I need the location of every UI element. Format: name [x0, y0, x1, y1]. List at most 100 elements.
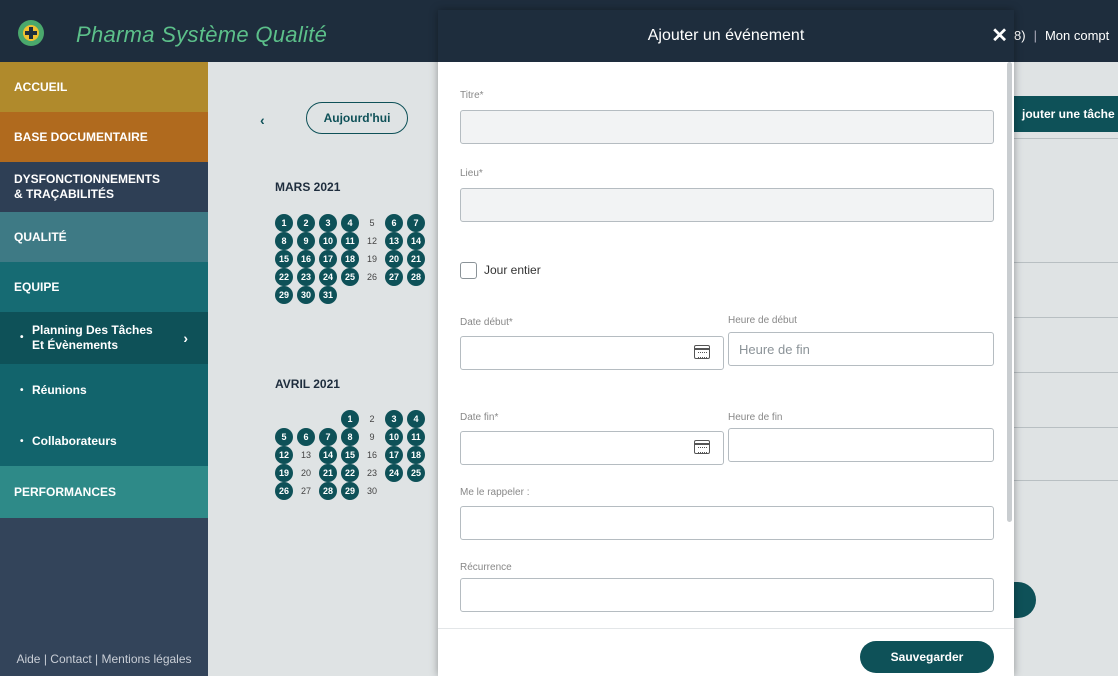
today-button[interactable]: Aujourd'hui	[306, 102, 408, 134]
calendar-day[interactable]: 23	[363, 464, 381, 482]
calendar-day[interactable]: 20	[297, 464, 315, 482]
calendar-day[interactable]: 3	[319, 214, 337, 232]
calendar-day[interactable]: 11	[407, 428, 425, 446]
calendar-day[interactable]: 29	[275, 286, 293, 304]
calendar-day[interactable]: 13	[385, 232, 403, 250]
calendar-day[interactable]: 16	[297, 250, 315, 268]
calendar-day[interactable]: 2	[363, 410, 381, 428]
calendar-day[interactable]: 10	[319, 232, 337, 250]
calendar-day[interactable]: 30	[363, 482, 381, 500]
date-debut-input[interactable]	[460, 336, 724, 370]
calendar-day[interactable]: 6	[297, 428, 315, 446]
footer-contact-link[interactable]: Contact	[50, 652, 91, 666]
calendar-day[interactable]: 2	[297, 214, 315, 232]
calendar-day[interactable]: 14	[319, 446, 337, 464]
prev-month-button[interactable]: ‹	[260, 112, 265, 128]
heure-debut-label: Heure de début	[728, 315, 797, 326]
add-task-button[interactable]: jouter une tâche	[1014, 96, 1118, 132]
modal-header: Ajouter un événement ✕	[438, 10, 1014, 62]
calendar-day[interactable]: 18	[341, 250, 359, 268]
calendar-day[interactable]: 6	[385, 214, 403, 232]
heure-debut-input[interactable]	[728, 332, 994, 366]
calendar-day[interactable]: 8	[341, 428, 359, 446]
calendar-day[interactable]: 4	[341, 214, 359, 232]
calendar-day[interactable]: 13	[297, 446, 315, 464]
footer-aide-link[interactable]: Aide	[16, 652, 40, 666]
nav-sub-reunions[interactable]: Réunions	[0, 364, 208, 416]
calendar-day[interactable]: 8	[275, 232, 293, 250]
calendar-day[interactable]: 28	[407, 268, 425, 286]
footer-sep: |	[43, 652, 47, 666]
calendar-day[interactable]: 12	[275, 446, 293, 464]
recurrence-input[interactable]	[460, 578, 994, 612]
calendar-day[interactable]: 24	[319, 268, 337, 286]
calendar-day[interactable]: 4	[407, 410, 425, 428]
rappel-input[interactable]	[460, 506, 994, 540]
date-fin-input[interactable]	[460, 431, 724, 465]
calendar-day[interactable]: 11	[341, 232, 359, 250]
nav-dysfonctionnements[interactable]: DYSFONCTIONNEMENTS & TRAÇABILITÉS	[0, 162, 208, 212]
heure-fin-input[interactable]	[728, 428, 994, 462]
modal-scrollbar[interactable]	[1007, 62, 1012, 522]
calendar-day[interactable]: 16	[363, 446, 381, 464]
calendar-day[interactable]: 5	[275, 428, 293, 446]
nav-sub-planning[interactable]: Planning Des TâchesEt Évènements ›	[0, 312, 208, 364]
nav-equipe[interactable]: EQUIPE	[0, 262, 208, 312]
calendar-day[interactable]: 27	[297, 482, 315, 500]
calendar-day[interactable]: 19	[363, 250, 381, 268]
calendar-day[interactable]: 29	[341, 482, 359, 500]
nav-base-documentaire[interactable]: BASE DOCUMENTAIRE	[0, 112, 208, 162]
sidebar: ACCUEIL BASE DOCUMENTAIRE DYSFONCTIONNEM…	[0, 62, 208, 676]
calendar-day[interactable]: 12	[363, 232, 381, 250]
calendar-day[interactable]: 15	[275, 250, 293, 268]
calendar-day[interactable]: 22	[275, 268, 293, 286]
calendar-day[interactable]: 1	[341, 410, 359, 428]
calendar-day[interactable]: 20	[385, 250, 403, 268]
calendar-day[interactable]: 26	[275, 482, 293, 500]
calendar-day[interactable]: 23	[297, 268, 315, 286]
calendar-day[interactable]: 22	[341, 464, 359, 482]
calendar-day[interactable]: 18	[407, 446, 425, 464]
calendar-day[interactable]: 3	[385, 410, 403, 428]
calendar-day[interactable]: 1	[275, 214, 293, 232]
calendar-day[interactable]: 15	[341, 446, 359, 464]
calendar-day[interactable]: 7	[407, 214, 425, 232]
nav-dysf-line1: DYSFONCTIONNEMENTS	[14, 172, 161, 186]
nav-performances[interactable]: PERFORMANCES	[0, 466, 208, 518]
calendar-day[interactable]: 7	[319, 428, 337, 446]
calendar-day[interactable]: 30	[297, 286, 315, 304]
close-icon[interactable]: ✕	[991, 23, 1008, 48]
calendar-day[interactable]: 26	[363, 268, 381, 286]
calendar-day[interactable]: 9	[363, 428, 381, 446]
account-link[interactable]: Mon compt	[1045, 28, 1109, 43]
nav-accueil[interactable]: ACCUEIL	[0, 62, 208, 112]
calendar-day[interactable]: 24	[385, 464, 403, 482]
calendar-day[interactable]: 10	[385, 428, 403, 446]
calendar-icon[interactable]	[694, 440, 710, 454]
nav-sub-collaborateurs[interactable]: Collaborateurs	[0, 416, 208, 466]
calendar-day[interactable]: 25	[407, 464, 425, 482]
calendar-day[interactable]: 19	[275, 464, 293, 482]
mini-calendar-april: 1 2 3 4 5 6 7 8 9 10 11 12 13 14 15 16 17 18 19 20 21 22 23 24 2…	[275, 410, 428, 500]
calendar-day[interactable]: 25	[341, 268, 359, 286]
titre-input[interactable]	[460, 110, 994, 144]
lieu-label: Lieu*	[460, 168, 483, 179]
add-event-modal: Ajouter un événement ✕ Titre* Lieu* Jour…	[438, 10, 1014, 676]
calendar-day[interactable]: 17	[319, 250, 337, 268]
calendar-day[interactable]: 9	[297, 232, 315, 250]
calendar-day[interactable]: 17	[385, 446, 403, 464]
calendar-day[interactable]: 21	[407, 250, 425, 268]
footer-mentions-link[interactable]: Mentions légales	[101, 652, 191, 666]
calendar-day[interactable]: 5	[363, 214, 381, 232]
calendar-day[interactable]: 31	[319, 286, 337, 304]
footer-sep: |	[95, 652, 99, 666]
calendar-icon[interactable]	[694, 345, 710, 359]
calendar-day[interactable]: 21	[319, 464, 337, 482]
save-button[interactable]: Sauvegarder	[860, 641, 994, 673]
calendar-day[interactable]: 28	[319, 482, 337, 500]
nav-qualite[interactable]: QUALITÉ	[0, 212, 208, 262]
lieu-input[interactable]	[460, 188, 994, 222]
calendar-day[interactable]: 27	[385, 268, 403, 286]
jour-entier-checkbox[interactable]	[460, 262, 477, 279]
calendar-day[interactable]: 14	[407, 232, 425, 250]
